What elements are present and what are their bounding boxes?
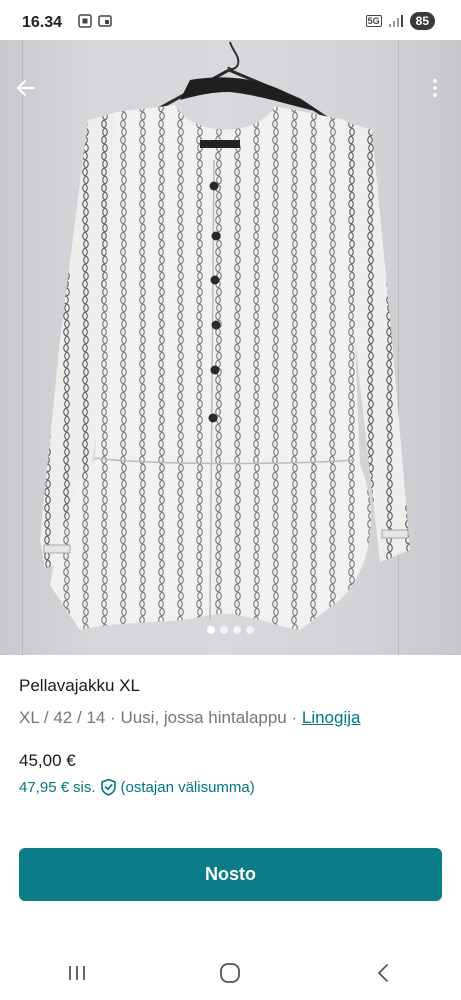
- gallery-dot[interactable]: [220, 626, 228, 634]
- arrow-left-icon: [16, 79, 36, 97]
- product-meta: XL / 42 / 14 · Uusi, jossa hintalappu · …: [19, 708, 444, 728]
- product-title: Pellavajakku XL: [19, 676, 140, 695]
- home-icon: [220, 962, 241, 983]
- signal-icon: [388, 15, 403, 27]
- product-image-linen-jacket: [40, 41, 410, 630]
- price-incl-note: (ostajan välisumma): [120, 778, 255, 796]
- more-vertical-icon: [433, 79, 437, 97]
- price-incl-value: 47,95 €: [19, 778, 70, 796]
- gallery-dot[interactable]: [233, 626, 241, 634]
- status-bar: 16.34 5G 85: [0, 0, 461, 40]
- price-incl-suffix: sis.: [73, 778, 96, 796]
- back-button[interactable]: [8, 70, 44, 106]
- product-price: 45,00 €: [19, 751, 76, 770]
- status-time: 16.34: [22, 14, 63, 31]
- meta-separator: ·: [105, 708, 121, 727]
- product-condition: Uusi, jossa hintalappu: [120, 708, 287, 727]
- system-nav-bar: [0, 945, 461, 1000]
- status-system-icons: 5G 85: [365, 12, 435, 30]
- network-label: 5G: [365, 15, 382, 27]
- product-photo-gallery[interactable]: [0, 40, 461, 655]
- media-icon: [98, 15, 112, 27]
- brand-link[interactable]: Linogija: [302, 708, 361, 727]
- screenshot-icon: [78, 14, 92, 28]
- recent-apps-button[interactable]: [47, 953, 107, 993]
- product-size: XL / 42 / 14: [19, 708, 106, 727]
- more-options-button[interactable]: [417, 70, 453, 106]
- home-button[interactable]: [200, 953, 260, 993]
- status-notification-icons: [78, 14, 112, 28]
- meta-separator: ·: [286, 708, 302, 727]
- price-including-protection[interactable]: 47,95 € sis. (ostajan välisumma): [19, 778, 444, 796]
- shield-check-icon: [100, 778, 116, 796]
- nav-back-button[interactable]: [354, 953, 414, 993]
- buy-button[interactable]: Nosto: [19, 848, 442, 901]
- gallery-pagination: [0, 626, 461, 634]
- recent-apps-icon: [68, 965, 85, 980]
- battery-indicator: 85: [409, 12, 435, 30]
- gallery-dot[interactable]: [207, 626, 215, 634]
- product-info: Pellavajakku XL XL / 42 / 14 · Uusi, jos…: [19, 676, 444, 796]
- gallery-dot[interactable]: [246, 626, 254, 634]
- chevron-left-icon: [378, 963, 389, 982]
